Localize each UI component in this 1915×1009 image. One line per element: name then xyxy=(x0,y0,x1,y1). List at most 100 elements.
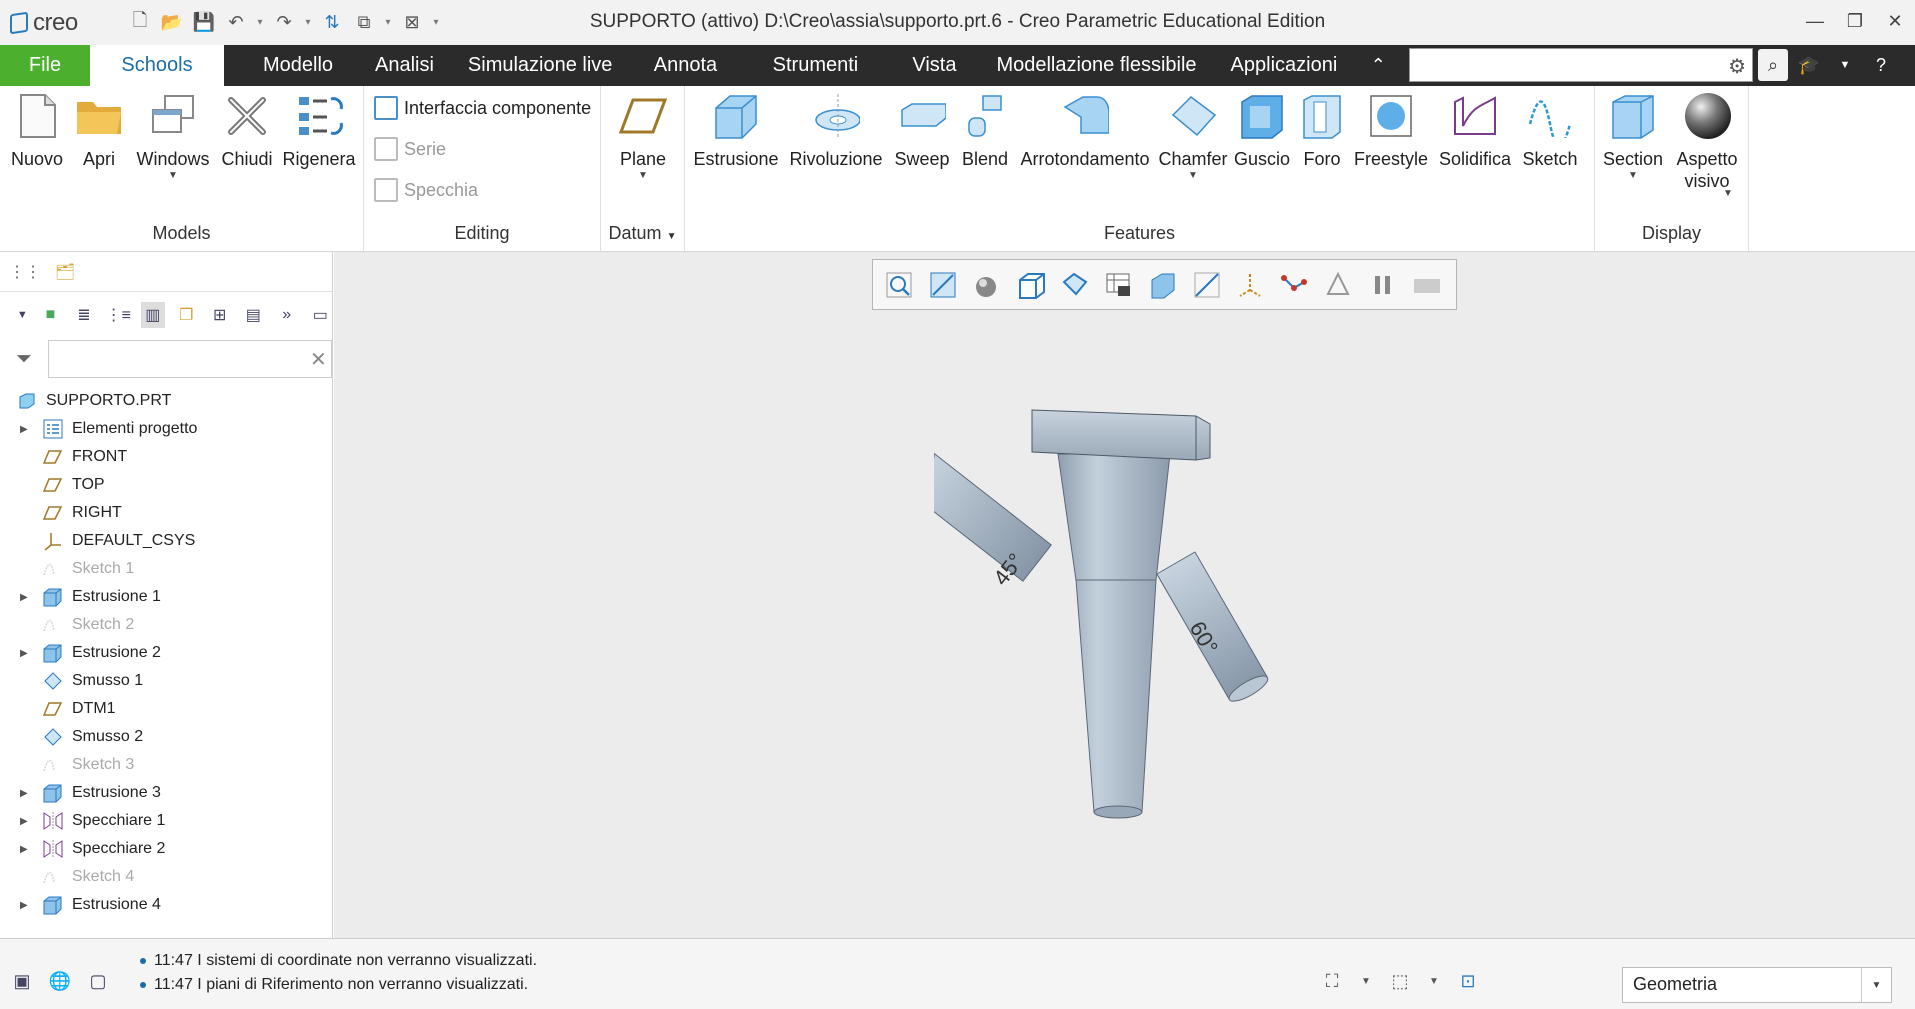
revolve-button[interactable]: Rivoluzione xyxy=(788,92,884,170)
graphics-viewport[interactable]: 45° 60° xyxy=(334,252,1915,938)
tab-strumenti[interactable]: Strumenti xyxy=(741,45,889,86)
tab-analisi[interactable]: Analisi xyxy=(358,45,451,86)
tree-item[interactable]: ▶ Specchiare 2 xyxy=(0,835,305,863)
hole-button[interactable]: Foro xyxy=(1297,92,1347,170)
toggle-navigator-icon[interactable]: ▣ xyxy=(8,967,36,995)
tree-item[interactable]: ▶ Specchiare 1 xyxy=(0,807,305,835)
round-button[interactable]: Arrotondamento xyxy=(1015,92,1155,170)
tree-dropdown-icon[interactable]: ▼ xyxy=(16,302,29,328)
more-tools-icon[interactable]: » xyxy=(275,302,299,328)
windows-dropdown-icon[interactable]: ▾ xyxy=(381,17,395,28)
pattern-button[interactable]: Serie xyxy=(374,137,446,161)
3d-model-supporto[interactable]: 45° 60° xyxy=(934,402,1294,822)
windows-button[interactable]: Windows ▼ xyxy=(136,92,210,182)
help-dropdown-icon[interactable]: ▼ xyxy=(1830,49,1860,81)
command-search-input[interactable]: ⚙ xyxy=(1409,48,1753,82)
selection-filter-dropdown-icon[interactable]: ▼ xyxy=(1861,968,1891,1002)
expand-arrow-icon[interactable]: ▶ xyxy=(20,788,34,799)
expand-arrow-icon[interactable]: ▶ xyxy=(20,648,34,659)
close-button[interactable]: Chiudi xyxy=(218,92,276,170)
tab-file[interactable]: File xyxy=(0,45,90,86)
tree-item[interactable]: Sketch 1 xyxy=(0,555,305,583)
minimize-icon[interactable]: — xyxy=(1795,0,1835,42)
appearance-dropdown-icon[interactable]: ▼ xyxy=(1723,188,1733,199)
view-manager-icon[interactable] xyxy=(1057,267,1093,303)
tree-root-item[interactable]: SUPPORTO.PRT xyxy=(0,387,305,415)
tab-annota[interactable]: Annota xyxy=(629,45,741,86)
group-label-datum[interactable]: Datum ▼ xyxy=(601,223,684,244)
tab-applicazioni[interactable]: Applicazioni xyxy=(1214,45,1355,86)
perspective-view-icon[interactable] xyxy=(1101,267,1137,303)
schools-hat-icon[interactable]: 🎓 xyxy=(1794,49,1824,81)
tree-item[interactable]: ▶ Estrusione 3 xyxy=(0,779,305,807)
close-icon[interactable]: ✕ xyxy=(1875,0,1915,42)
appearance-button[interactable]: Aspetto visivo xyxy=(1669,92,1745,192)
tree-item[interactable]: Sketch 3 xyxy=(0,751,305,779)
expand-arrow-icon[interactable]: ▶ xyxy=(20,424,34,435)
tree-item[interactable]: Sketch 4 xyxy=(0,863,305,891)
display-style-icon[interactable] xyxy=(969,267,1005,303)
annotation-display-icon[interactable] xyxy=(1321,267,1357,303)
expand-arrow-icon[interactable]: ▶ xyxy=(20,900,34,911)
extrude-button[interactable]: Estrusione xyxy=(693,92,779,170)
find-binoculars-icon[interactable]: ⛶ xyxy=(1318,967,1346,995)
zoom-in-icon[interactable] xyxy=(925,267,961,303)
plane-button[interactable]: Plane ▼ xyxy=(613,92,673,182)
spin-center-icon[interactable] xyxy=(1409,267,1445,303)
section-view-icon[interactable] xyxy=(1145,267,1181,303)
tree-item[interactable]: DTM1 xyxy=(0,695,305,723)
freestyle-button[interactable]: Freestyle xyxy=(1351,92,1431,170)
sketch-button[interactable]: Sketch xyxy=(1519,92,1581,170)
help-icon[interactable]: ? xyxy=(1866,49,1896,81)
tree-item[interactable]: RIGHT xyxy=(0,499,305,527)
search-settings-gear-icon[interactable]: ⚙ xyxy=(1728,54,1746,79)
expand-arrow-icon[interactable]: ▶ xyxy=(20,592,34,603)
tree-filter-input[interactable] xyxy=(48,340,332,378)
folder-browser-tab-icon[interactable]: 🗂 xyxy=(52,259,78,285)
tab-simulazione-live[interactable]: Simulazione live xyxy=(451,45,630,86)
tree-item[interactable]: ▶ Estrusione 1 xyxy=(0,583,305,611)
tree-item[interactable]: FRONT xyxy=(0,443,305,471)
selection-filter-select[interactable]: Geometria ▼ xyxy=(1622,967,1892,1003)
chamfer-button[interactable]: Chamfer ▼ xyxy=(1157,92,1229,182)
sweep-button[interactable]: Sweep xyxy=(891,92,953,170)
part-cube-icon[interactable]: ■ xyxy=(39,302,63,328)
redo-dropdown-icon[interactable]: ▾ xyxy=(301,17,315,28)
restore-icon[interactable]: ❐ xyxy=(1835,0,1875,42)
search-icon[interactable]: ⌕ xyxy=(1758,49,1788,81)
solidify-button[interactable]: Solidifica xyxy=(1435,92,1515,170)
tree-show-icon[interactable]: ⊞ xyxy=(208,302,232,328)
tab-modellazione-flessibile[interactable]: Modellazione flessibile xyxy=(979,45,1213,86)
smart-select-icon[interactable]: ⊡ xyxy=(1454,967,1482,995)
regenerate-button[interactable]: Rigenera xyxy=(282,92,356,170)
undo-icon[interactable]: ↶ xyxy=(221,8,251,38)
tree-settings-icon[interactable]: ≣ xyxy=(72,302,96,328)
box-select-icon[interactable]: ⬚ xyxy=(1386,967,1414,995)
new-file-icon[interactable]: 🗋 xyxy=(125,8,155,38)
select-dropdown-icon[interactable]: ▼ xyxy=(1428,967,1440,995)
tree-filters-icon[interactable]: ⋮≡ xyxy=(106,302,131,328)
csys-display-icon[interactable] xyxy=(1233,267,1269,303)
tree-notes-icon[interactable]: ▭ xyxy=(309,302,333,328)
tree-item[interactable]: ▶ Elementi progetto xyxy=(0,415,305,443)
tree-table-icon[interactable]: ▤ xyxy=(242,302,266,328)
tree-item[interactable]: ▶ Estrusione 2 xyxy=(0,639,305,667)
pause-icon[interactable] xyxy=(1365,267,1401,303)
open-folder-icon[interactable]: 📂 xyxy=(157,8,187,38)
saved-orientations-icon[interactable] xyxy=(1013,267,1049,303)
datum-display-icon[interactable] xyxy=(1189,267,1225,303)
windows-icon[interactable]: ⧉ xyxy=(349,8,379,38)
tab-vista[interactable]: Vista xyxy=(889,45,979,86)
model-tree-tab-icon[interactable]: ⋮⋮ xyxy=(9,259,41,285)
save-icon[interactable]: 💾 xyxy=(189,8,219,38)
tree-item[interactable]: Smusso 1 xyxy=(0,667,305,695)
mirror-button[interactable]: Specchia xyxy=(374,178,478,202)
new-button[interactable]: Nuovo xyxy=(8,92,66,170)
filter-funnel-icon[interactable]: ⏷ xyxy=(16,348,40,371)
clear-filter-icon[interactable]: ✕ xyxy=(310,347,327,372)
tree-item[interactable]: Smusso 2 xyxy=(0,723,305,751)
expand-arrow-icon[interactable]: ▶ xyxy=(20,844,34,855)
tab-modello[interactable]: Modello xyxy=(238,45,358,86)
browser-icon[interactable]: 🌐 xyxy=(46,967,74,995)
tree-item[interactable]: DEFAULT_CSYS xyxy=(0,527,305,555)
